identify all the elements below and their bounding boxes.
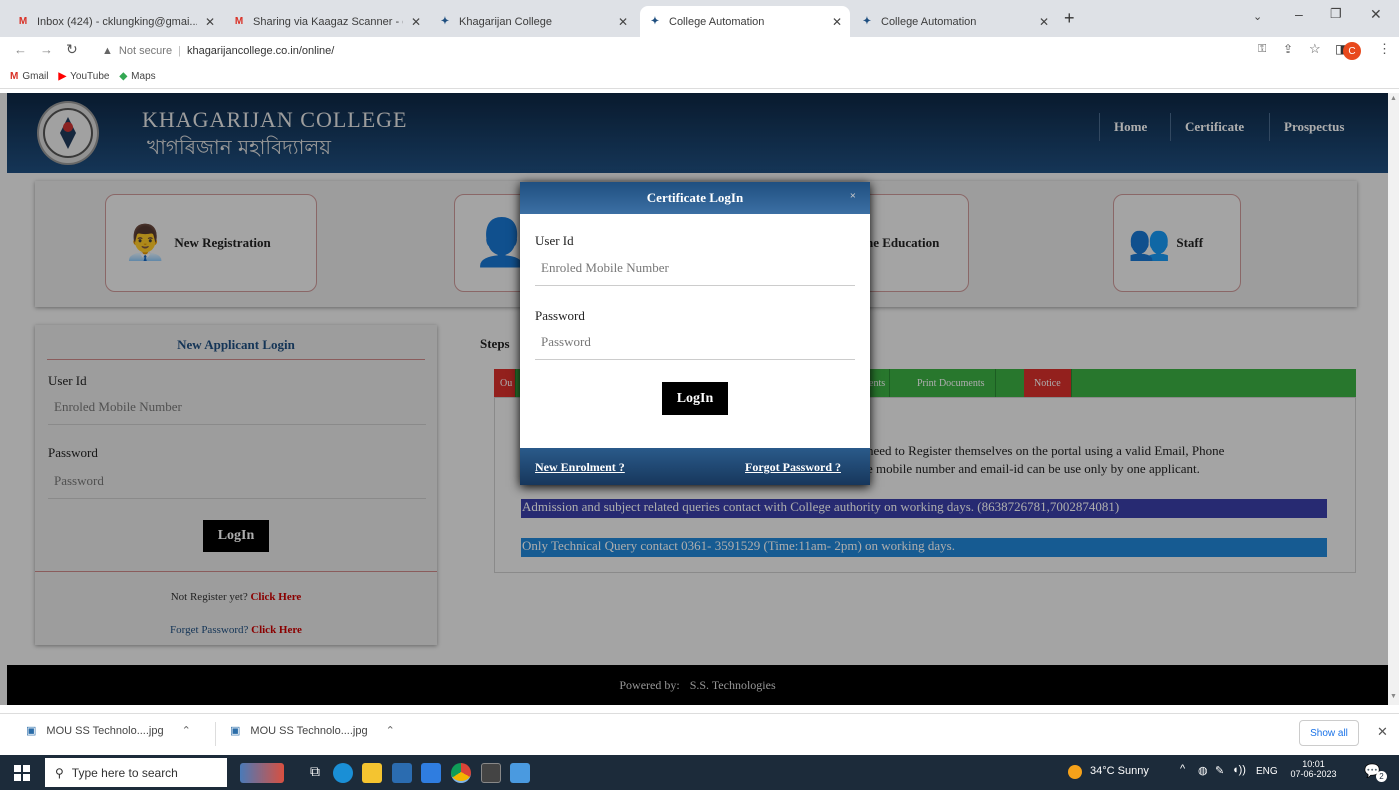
windows-taskbar: ⚲ Type here to search ⧉ 34°C Sunny ^ ◍ ✎… bbox=[0, 755, 1399, 790]
bookmark-maps[interactable]: ◆ Maps bbox=[119, 71, 155, 82]
search-icon: ⚲ bbox=[55, 765, 64, 780]
close-icon[interactable]: ✕ bbox=[411, 15, 421, 29]
key-icon[interactable]: ⚿ bbox=[1258, 43, 1266, 56]
youtube-icon: ▶ bbox=[58, 71, 67, 82]
image-file-icon: ▣ bbox=[26, 725, 37, 737]
modal-user-id-input[interactable]: Enroled Mobile Number bbox=[535, 258, 855, 286]
notification-count-badge: 2 bbox=[1376, 771, 1387, 782]
modal-login-button[interactable]: LogIn bbox=[662, 382, 728, 415]
security-label: Not secure bbox=[118, 45, 173, 57]
gmail-icon: M bbox=[18, 16, 28, 27]
modal-header: Certificate LogIn × bbox=[520, 182, 870, 214]
file-explorer-icon[interactable] bbox=[362, 763, 382, 783]
show-all-button[interactable]: Show all bbox=[1299, 720, 1359, 746]
taskbar-search-box[interactable]: ⚲ Type here to search bbox=[45, 758, 227, 787]
tray-chevron-icon[interactable]: ^ bbox=[1180, 763, 1185, 775]
store-icon[interactable] bbox=[392, 763, 412, 783]
warning-icon: ▲ bbox=[102, 45, 113, 57]
date-text: 07-06-2023 bbox=[1290, 769, 1337, 779]
download-item[interactable]: ▣ MOU SS Technolo....jpg ⌃ bbox=[230, 724, 395, 738]
minimize-button[interactable]: – bbox=[1295, 6, 1303, 22]
address-toolbar: ← → ↻ ▲ Not secure | khagarijancollege.c… bbox=[0, 37, 1399, 65]
language-indicator[interactable]: ENG bbox=[1256, 766, 1278, 777]
divider bbox=[215, 722, 216, 746]
browser-tab[interactable]: ✦ College Automation ✕ bbox=[852, 6, 1057, 37]
new-tab-button[interactable]: + bbox=[1064, 8, 1075, 29]
image-file-icon: ▣ bbox=[230, 725, 241, 737]
share-icon[interactable]: ⇪ bbox=[1283, 42, 1293, 56]
url-text: khagarijancollege.co.in/online/ bbox=[186, 45, 335, 57]
omnibox[interactable]: ▲ Not secure | khagarijancollege.co.in/o… bbox=[102, 40, 1232, 62]
close-downloads-icon[interactable]: ✕ bbox=[1377, 724, 1388, 740]
tab-label: Inbox (424) - cklungking@gmai... bbox=[37, 15, 197, 28]
chrome-icon[interactable] bbox=[451, 763, 471, 783]
college-icon: ✦ bbox=[862, 16, 872, 27]
menu-icon[interactable]: ⋮ bbox=[1378, 41, 1391, 57]
task-view-icon[interactable]: ⧉ bbox=[305, 763, 325, 783]
restore-button[interactable]: ❐ bbox=[1330, 6, 1342, 22]
browser-tab-active[interactable]: ✦ College Automation ✕ bbox=[640, 6, 850, 37]
volume-icon[interactable]: ◖)) bbox=[1232, 764, 1246, 776]
page-scrollbar[interactable]: ▲ ▼ bbox=[1388, 93, 1399, 705]
reload-icon[interactable]: ↻ bbox=[66, 41, 78, 58]
tab-label: Sharing via Kaagaz Scanner - ck... bbox=[253, 15, 403, 28]
forward-arrow-icon[interactable]: → bbox=[40, 42, 53, 57]
clock[interactable]: 10:01 07-06-2023 bbox=[1286, 759, 1341, 779]
modal-password-label: Password bbox=[535, 308, 585, 323]
certificate-login-modal: Certificate LogIn × User Id Enroled Mobi… bbox=[520, 182, 870, 485]
modal-footer: New Enrolment ? Forgot Password ? bbox=[520, 448, 870, 485]
time-text: 10:01 bbox=[1302, 759, 1325, 769]
modal-user-id-label: User Id bbox=[535, 233, 574, 248]
windows-start-icon[interactable] bbox=[14, 765, 30, 781]
network-icon[interactable]: ◍ bbox=[1198, 764, 1208, 777]
forgot-password-link[interactable]: Forgot Password ? bbox=[745, 460, 841, 475]
downloads-bar: ▣ MOU SS Technolo....jpg ⌃ ▣ MOU SS Tech… bbox=[0, 713, 1399, 753]
scroll-down-icon[interactable]: ▼ bbox=[1390, 693, 1397, 700]
edge-icon[interactable] bbox=[333, 763, 353, 783]
maps-icon: ◆ bbox=[119, 71, 128, 82]
college-icon: ✦ bbox=[650, 16, 660, 27]
browser-tab[interactable]: M Inbox (424) - cklungking@gmai... ✕ bbox=[8, 6, 223, 37]
bookmarks-bar: M Gmail ▶ YouTube ◆ Maps bbox=[0, 65, 1399, 89]
app-icon[interactable] bbox=[481, 763, 501, 783]
chevron-up-icon[interactable]: ⌃ bbox=[182, 724, 191, 737]
modal-title: Certificate LogIn bbox=[646, 190, 744, 205]
search-highlight-icon[interactable] bbox=[240, 763, 284, 783]
tab-label: Khagarijan College bbox=[459, 15, 552, 28]
star-icon[interactable]: ☆ bbox=[1309, 41, 1321, 57]
close-icon[interactable]: ✕ bbox=[205, 15, 215, 29]
download-item[interactable]: ▣ MOU SS Technolo....jpg ⌃ bbox=[26, 724, 191, 738]
new-enrolment-link[interactable]: New Enrolment ? bbox=[535, 460, 625, 475]
bookmark-youtube[interactable]: ▶ YouTube bbox=[58, 71, 109, 82]
tab-search-icon[interactable]: ⌄ bbox=[1253, 10, 1262, 23]
pen-icon[interactable]: ✎ bbox=[1215, 764, 1224, 777]
window-close-button[interactable]: ✕ bbox=[1370, 6, 1382, 23]
close-icon[interactable]: ✕ bbox=[832, 15, 842, 29]
college-icon: ✦ bbox=[440, 16, 450, 27]
gmail-icon: M bbox=[234, 16, 244, 27]
photos-icon[interactable] bbox=[510, 763, 530, 783]
weather-sun-icon bbox=[1068, 765, 1082, 779]
back-arrow-icon[interactable]: ← bbox=[14, 42, 27, 57]
modal-close-icon[interactable]: × bbox=[850, 190, 856, 202]
tab-label: College Automation bbox=[669, 15, 765, 28]
bookmark-gmail[interactable]: M Gmail bbox=[10, 71, 48, 82]
mail-icon[interactable] bbox=[421, 763, 441, 783]
browser-tab[interactable]: M Sharing via Kaagaz Scanner - ck... ✕ bbox=[224, 6, 429, 37]
chevron-up-icon[interactable]: ⌃ bbox=[386, 724, 395, 737]
profile-avatar[interactable]: C bbox=[1343, 42, 1361, 60]
browser-tab-strip: M Inbox (424) - cklungking@gmai... ✕ M S… bbox=[0, 0, 1399, 37]
scroll-up-icon[interactable]: ▲ bbox=[1390, 95, 1397, 102]
web-page: KHAGARIJAN COLLEGE খাগৰিজান মহাবিদ্যালয়… bbox=[0, 93, 1388, 705]
browser-tab[interactable]: ✦ Khagarijan College ✕ bbox=[430, 6, 636, 37]
tab-label: College Automation bbox=[881, 15, 977, 28]
modal-password-input[interactable]: Password bbox=[535, 332, 855, 360]
gmail-icon: M bbox=[10, 71, 19, 82]
weather-text[interactable]: 34°C Sunny bbox=[1090, 765, 1149, 777]
close-icon[interactable]: ✕ bbox=[1039, 15, 1049, 29]
close-icon[interactable]: ✕ bbox=[618, 15, 628, 29]
